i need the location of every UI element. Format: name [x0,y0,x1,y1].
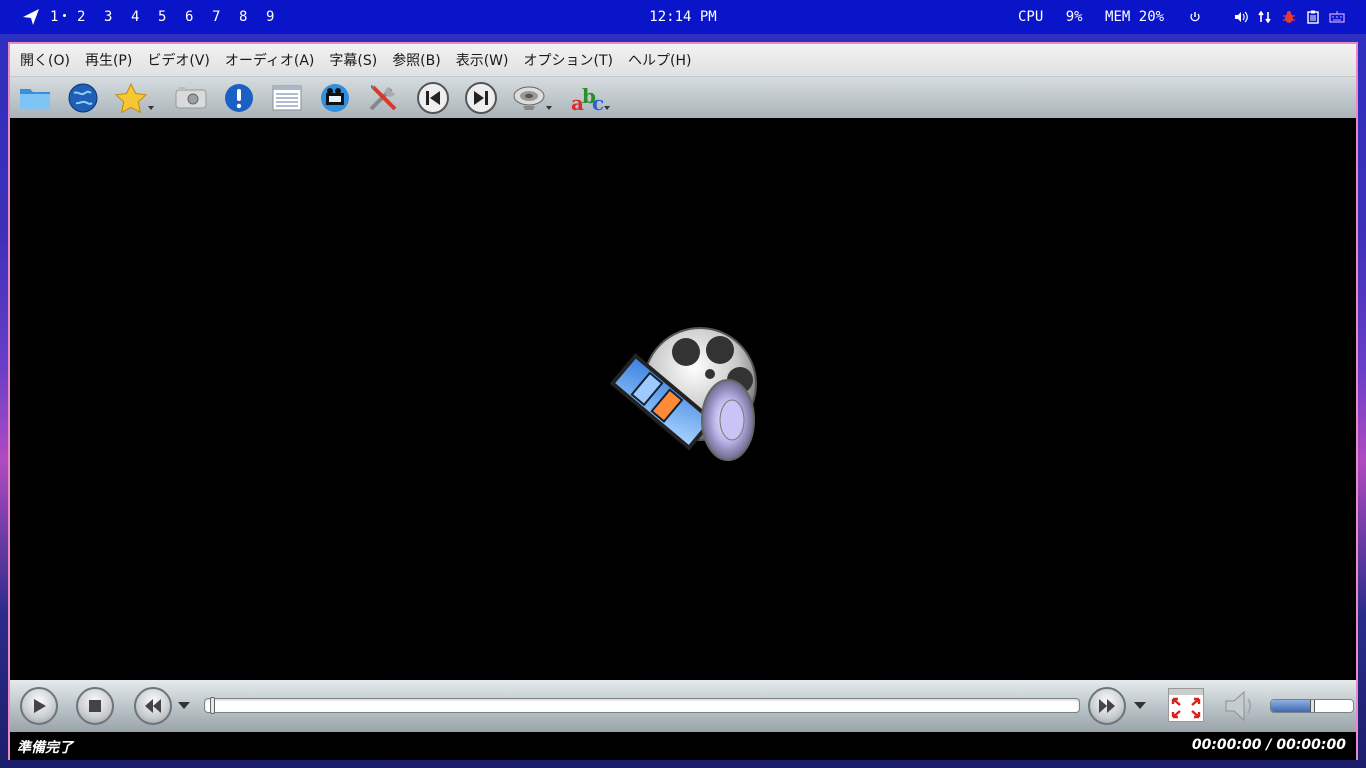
rewind-button[interactable] [134,687,172,725]
favorites-star-icon[interactable] [114,82,154,114]
svg-text:c: c [592,91,604,113]
bug-icon[interactable] [1280,8,1298,26]
mem-label: MEM [1105,9,1131,25]
menu-video[interactable]: ビデオ(V) [147,50,210,70]
forward-dropdown-arrow[interactable] [1134,702,1146,709]
power-icon[interactable] [1186,8,1204,26]
subtitle-dropdown-arrow[interactable] [604,106,610,110]
rewind-dropdown-arrow[interactable] [178,702,190,709]
video-equalizer-icon[interactable] [318,82,352,114]
cpu-value: 9% [1065,9,1083,25]
volume-icon[interactable] [1232,8,1250,26]
menu-audio[interactable]: オーディオ(A) [225,50,315,70]
rewind-icon [145,699,161,713]
screenshot-camera-icon[interactable] [174,82,208,114]
forward-button[interactable] [1088,687,1126,725]
menu-view[interactable]: 表示(W) [456,50,509,70]
audio-track-icon[interactable] [512,82,552,114]
control-bar [10,680,1356,732]
info-icon[interactable] [222,82,256,114]
video-area[interactable] [10,118,1356,680]
top-panel: 1 2 3 4 5 6 7 8 9 12:14 PM CPU 9% MEM 20… [0,0,1366,34]
volume-slider[interactable] [1270,699,1354,713]
clipboard-icon[interactable] [1304,8,1322,26]
playlist-icon[interactable] [270,82,304,114]
play-button[interactable] [20,687,58,725]
next-icon[interactable] [464,82,498,114]
previous-icon[interactable] [416,82,450,114]
menu-subtitles[interactable]: 字幕(S) [329,50,377,70]
smplayer-window: 開く(O) 再生(P) ビデオ(V) オーディオ(A) 字幕(S) 参照(B) … [8,42,1358,760]
cpu-label: CPU [1018,9,1044,25]
preferences-tools-icon[interactable] [366,82,400,114]
smplayer-logo-icon [610,327,757,461]
time-display: 00:00:00 / 00:00:00 [1191,737,1346,753]
main-toolbar: abc [10,76,1356,118]
menu-options[interactable]: オプション(T) [524,50,613,70]
network-icon[interactable] [1256,8,1274,26]
status-text: 準備完了 [17,740,73,756]
keyboard-icon[interactable] [1328,8,1346,26]
fullscreen-icon [1169,689,1203,719]
stop-icon [89,700,101,712]
menu-bar: 開く(O) 再生(P) ビデオ(V) オーディオ(A) 字幕(S) 参照(B) … [10,44,1356,76]
subtitle-abc-icon[interactable]: abc [570,82,610,114]
favorites-dropdown-arrow[interactable] [148,106,154,110]
audio-track-dropdown-arrow[interactable] [546,106,552,110]
menu-play[interactable]: 再生(P) [85,50,132,70]
seek-bar[interactable] [204,697,1080,714]
globe-icon[interactable] [66,82,100,114]
seek-handle[interactable] [210,697,215,714]
menu-open[interactable]: 開く(O) [20,50,70,70]
system-tray [1186,8,1346,26]
forward-icon [1099,699,1115,713]
placeholder-spacer [1210,8,1226,26]
play-icon [34,699,46,713]
stop-button[interactable] [76,687,114,725]
mem-value: 20% [1138,9,1165,25]
volume-level [1271,700,1313,712]
status-bar: 準備完了 00:00:00 / 00:00:00 [10,732,1356,760]
volume-handle[interactable] [1310,700,1315,712]
menu-browse[interactable]: 参照(B) [392,50,441,70]
volume-speaker-icon[interactable] [1222,689,1258,723]
folder-icon[interactable] [18,82,52,114]
menu-help[interactable]: ヘルプ(H) [628,50,691,70]
fullscreen-button[interactable] [1168,688,1204,722]
system-stats: CPU 9% MEM 20% [1018,9,1164,25]
